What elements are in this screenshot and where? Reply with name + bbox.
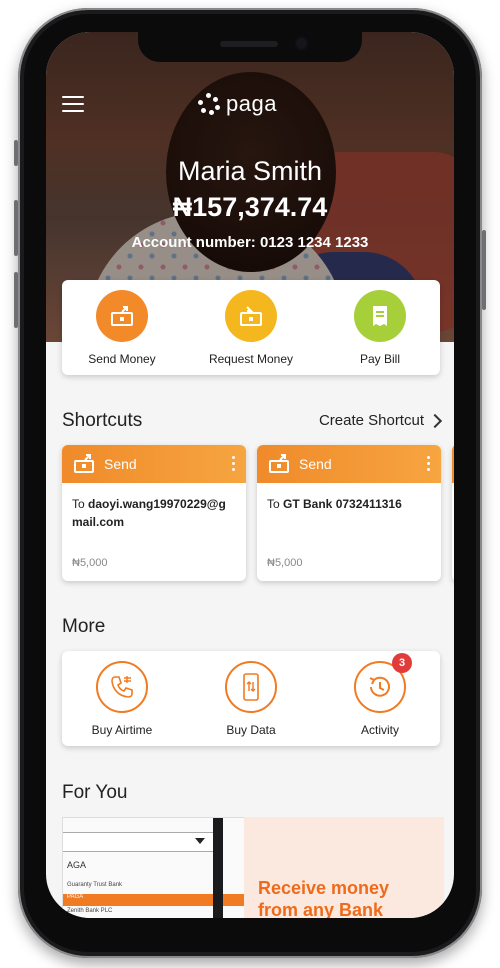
promo-phone-edge	[213, 818, 223, 918]
buy-data-button[interactable]: Buy Data	[191, 661, 311, 737]
buy-airtime-button[interactable]: Buy Airtime	[62, 661, 182, 737]
user-name: Maria Smith	[177, 156, 323, 186]
history-icon: 3	[354, 653, 412, 713]
shortcut-recipient: daoyi.wang19970229@gmail.com	[72, 497, 226, 529]
shortcuts-title: Shortcuts	[62, 410, 143, 431]
silent-switch	[14, 140, 18, 166]
menu-icon[interactable]	[62, 96, 84, 112]
bill-icon	[354, 290, 406, 342]
more-services-card: Buy Airtime Buy Data 3 Activity	[62, 651, 440, 746]
buy-data-label: Buy Data	[226, 723, 276, 737]
shortcut-to-prefix: To	[267, 497, 284, 511]
app-screen: paga Maria Smith ₦157,374.74 Account num…	[46, 32, 454, 918]
activity-label: Activity	[360, 723, 399, 737]
shortcut-card[interactable]: Send To daoyi.wang19970229@gmail.com ₦5,…	[62, 445, 246, 581]
power-button	[482, 230, 486, 310]
send-money-label: Send Money	[88, 352, 156, 366]
promo-dropdown-illustration	[63, 832, 214, 852]
notch	[138, 32, 362, 62]
paga-logo-icon	[198, 93, 220, 115]
shortcut-type: Send	[104, 456, 137, 472]
kebab-menu-icon[interactable]	[427, 456, 431, 474]
shortcut-recipient: GT Bank 0732411316	[283, 497, 402, 511]
mobile-data-icon	[225, 661, 277, 713]
create-shortcut-link[interactable]: Create Shortcut	[318, 412, 443, 429]
shortcut-card-header	[452, 445, 454, 483]
shortcut-type: Send	[299, 456, 332, 472]
request-money-button[interactable]: Request Money	[191, 290, 311, 366]
quick-actions-card: Send Money Request Money Pay Bill	[62, 280, 440, 375]
app-logo: paga	[198, 89, 277, 119]
send-money-icon	[96, 290, 148, 342]
notification-badge: 3	[392, 653, 412, 673]
promo-banner[interactable]: AGA Guaranty Trust Bank PAGA Zenith Bank…	[62, 817, 454, 918]
phone-icon	[96, 661, 148, 713]
shortcut-details: To daoyi.wang19970229@gmail.com	[62, 483, 246, 543]
request-money-icon	[225, 290, 277, 342]
shortcut-amount: ₦5,000	[267, 557, 303, 569]
dropdown-caret-icon	[195, 838, 205, 844]
shortcut-card-header: Send	[257, 445, 441, 483]
account-number: Account number: 0123 1234 1233	[131, 234, 369, 251]
kebab-menu-icon[interactable]	[232, 456, 236, 474]
shortcut-card[interactable]: Send To GT Bank 0732411316 ₦5,000	[257, 445, 441, 581]
send-icon	[269, 454, 289, 473]
more-title: More	[62, 616, 106, 637]
shortcut-details: To GT Bank 0732411316	[257, 483, 441, 525]
promo-text-panel: Receive money from any Bank	[244, 817, 444, 918]
request-money-label: Request Money	[208, 352, 294, 366]
send-money-button[interactable]: Send Money	[62, 290, 182, 366]
volume-up-button	[14, 200, 18, 256]
chevron-right-icon	[427, 413, 443, 428]
volume-down-button	[14, 272, 18, 328]
create-shortcut-label: Create Shortcut	[318, 412, 424, 429]
shortcut-card-peek[interactable]	[452, 445, 454, 581]
buy-airtime-label: Buy Airtime	[91, 723, 153, 737]
for-you-title: For You	[62, 782, 128, 803]
front-camera	[296, 38, 307, 49]
send-icon	[74, 454, 94, 473]
pay-bill-button[interactable]: Pay Bill	[320, 290, 440, 366]
promo-headline-line: from any Bank	[258, 900, 384, 918]
logo-text: paga	[226, 91, 277, 116]
account-balance: ₦157,374.74	[172, 192, 328, 222]
shortcut-card-header: Send	[62, 445, 246, 483]
promo-headline: Receive money from any Bank	[258, 877, 389, 918]
shortcut-amount: ₦5,000	[72, 557, 108, 569]
shortcut-to-prefix: To	[72, 497, 89, 511]
promo-headline-line: Receive money	[258, 878, 390, 898]
activity-button[interactable]: 3 Activity	[320, 653, 440, 737]
promo-image: AGA Guaranty Trust Bank PAGA Zenith Bank…	[62, 817, 246, 918]
pay-bill-label: Pay Bill	[359, 352, 400, 366]
speaker	[220, 41, 278, 47]
